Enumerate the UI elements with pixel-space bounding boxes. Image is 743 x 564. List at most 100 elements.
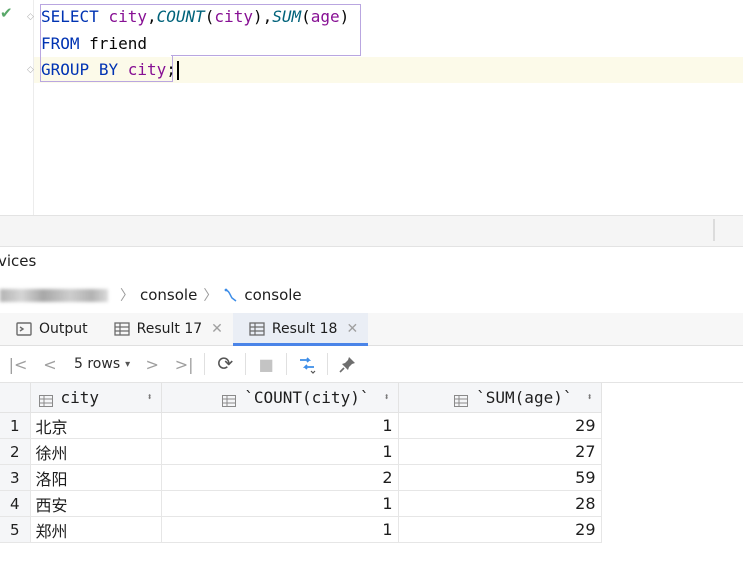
- keyword-group: GROUP: [41, 60, 90, 79]
- code-line-3[interactable]: GROUP BY city;: [41, 57, 179, 83]
- punct: (: [204, 7, 215, 26]
- column-label: `COUNT(city)`: [244, 388, 370, 407]
- column-icon: [38, 392, 53, 407]
- table-row[interactable]: 4 西安 1 28: [0, 490, 602, 517]
- cell-city[interactable]: 洛阳: [30, 464, 162, 491]
- cell-sum[interactable]: 29: [398, 516, 602, 543]
- cell-count[interactable]: 1: [161, 490, 399, 517]
- sort-icon[interactable]: ⬍: [586, 392, 592, 403]
- row-number: 4: [0, 490, 31, 517]
- result-table: city ⬍ `COUNT(city)` ⬍ `SUM(age)` ⬍ 1 北京…: [0, 383, 602, 543]
- redacted-host: [0, 288, 108, 302]
- breadcrumb-item[interactable]: console: [244, 286, 301, 304]
- result-grid[interactable]: city ⬍ `COUNT(city)` ⬍ `SUM(age)` ⬍ 1 北京…: [0, 383, 743, 564]
- pin-icon[interactable]: [332, 350, 364, 378]
- tab-label: Output: [39, 321, 88, 337]
- punct: ): [339, 7, 350, 26]
- cell-count[interactable]: 1: [161, 438, 399, 465]
- code-line-2[interactable]: FROM friend: [41, 31, 147, 57]
- column-header-count[interactable]: `COUNT(city)` ⬍: [161, 383, 399, 413]
- row-number: 2: [0, 438, 31, 465]
- tab-label: Result 18: [271, 321, 338, 337]
- prev-page-icon[interactable]: <: [34, 350, 66, 378]
- check-icon: ✔: [0, 4, 13, 22]
- rows-label: 5 rows: [74, 356, 121, 372]
- keyword-from: FROM: [41, 34, 80, 53]
- services-title: vices: [0, 252, 37, 270]
- stop-icon[interactable]: ■: [250, 350, 282, 378]
- result-tabs: Output Result 17 ✕ Result 18 ✕: [0, 313, 743, 346]
- keyword-by: BY: [98, 60, 119, 79]
- tab-result-17[interactable]: Result 17 ✕: [98, 313, 233, 345]
- rows-selector[interactable]: 5 rows ▾: [74, 356, 130, 372]
- fold-icon[interactable]: ◇: [27, 65, 34, 75]
- header-row: city ⬍ `COUNT(city)` ⬍ `SUM(age)` ⬍: [0, 383, 602, 413]
- chevron-right-icon: 〉: [120, 288, 134, 304]
- table-name: friend: [89, 34, 147, 53]
- table-row[interactable]: 2 徐州 1 27: [0, 438, 602, 465]
- cell-count[interactable]: 1: [161, 516, 399, 543]
- punct: ;: [166, 60, 176, 79]
- column-icon: [222, 392, 237, 407]
- column-label: `SUM(age)`: [476, 388, 573, 407]
- cell-sum[interactable]: 59: [398, 464, 602, 491]
- row-number: 5: [0, 516, 31, 543]
- console-icon: [223, 287, 239, 303]
- statement-outline: [171, 55, 360, 56]
- table-row[interactable]: 3 洛阳 2 59: [0, 464, 602, 491]
- editor-footer: [0, 215, 743, 247]
- cell-city[interactable]: 西安: [30, 490, 162, 517]
- output-icon: [16, 322, 32, 336]
- toolbar-divider: [327, 353, 329, 375]
- identifier: city: [108, 7, 147, 26]
- compare-icon[interactable]: [291, 350, 323, 378]
- column-icon: [454, 392, 469, 407]
- identifier: city: [214, 7, 253, 26]
- sort-icon[interactable]: ⬍: [383, 392, 389, 403]
- cell-count[interactable]: 1: [161, 412, 399, 439]
- text-caret: [176, 61, 179, 80]
- close-icon[interactable]: ✕: [346, 321, 358, 337]
- breadcrumb-item[interactable]: console: [140, 286, 197, 304]
- column-label: city: [60, 388, 100, 407]
- identifier: city: [127, 60, 167, 79]
- next-page-icon[interactable]: >: [136, 350, 168, 378]
- first-page-icon[interactable]: |<: [2, 350, 34, 378]
- column-header-city[interactable]: city ⬍: [30, 383, 162, 413]
- tab-output[interactable]: Output: [0, 313, 98, 345]
- table-row[interactable]: 1 北京 1 29: [0, 412, 602, 439]
- breadcrumb: 〉 console 〉 console: [0, 283, 302, 307]
- sort-icon[interactable]: ⬍: [146, 392, 152, 403]
- cell-sum[interactable]: 29: [398, 412, 602, 439]
- code-line-1[interactable]: SELECT city,COUNT(city),SUM(age): [41, 4, 349, 30]
- table-row[interactable]: 5 郑州 1 29: [0, 516, 602, 543]
- cell-count[interactable]: 2: [161, 464, 399, 491]
- table-icon: [113, 322, 130, 336]
- scrollbar[interactable]: [713, 219, 715, 241]
- result-toolbar: |< < 5 rows ▾ > >| ⟳ ■: [0, 346, 743, 383]
- close-icon[interactable]: ✕: [211, 321, 223, 337]
- punct: (: [301, 7, 311, 26]
- last-page-icon[interactable]: >|: [168, 350, 200, 378]
- reload-icon[interactable]: ⟳: [209, 350, 241, 378]
- punct: ),: [252, 7, 273, 26]
- cell-city[interactable]: 徐州: [30, 438, 162, 465]
- column-header-sum[interactable]: `SUM(age)` ⬍: [398, 383, 602, 413]
- function-count: COUNT: [156, 7, 205, 26]
- cell-sum[interactable]: 28: [398, 490, 602, 517]
- fold-icon[interactable]: ◇: [27, 12, 34, 22]
- toolbar-divider: [286, 353, 288, 375]
- cell-city[interactable]: 北京: [30, 412, 162, 439]
- table-icon: [249, 322, 265, 336]
- sql-editor[interactable]: ✔ ◇ ◇ SELECT city,COUNT(city),SUM(age) F…: [0, 0, 743, 215]
- toolbar-divider: [245, 353, 247, 375]
- row-number: 3: [0, 464, 31, 491]
- tab-label: Result 17: [136, 321, 203, 337]
- corner-cell[interactable]: [0, 383, 31, 413]
- chevron-down-icon: ▾: [125, 358, 131, 370]
- punct: ,: [146, 7, 157, 26]
- cell-city[interactable]: 郑州: [30, 516, 162, 543]
- cell-sum[interactable]: 27: [398, 438, 602, 465]
- editor-gutter: ✔ ◇ ◇: [0, 0, 34, 215]
- tab-result-18[interactable]: Result 18 ✕: [232, 313, 369, 346]
